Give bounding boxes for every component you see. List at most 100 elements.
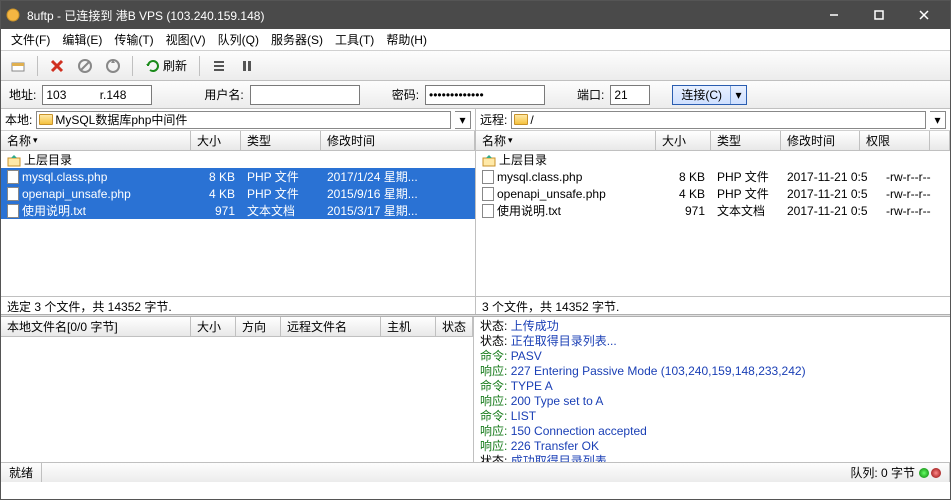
statusbar: 就绪 队列: 0 字节 [1, 462, 950, 482]
file-row[interactable]: mysql.class.php 8 KB PHP 文件 2017-11-21 0… [476, 168, 950, 185]
pause-icon[interactable] [236, 55, 258, 77]
reconnect-icon[interactable] [102, 55, 124, 77]
queue-list[interactable] [1, 337, 473, 462]
file-icon [7, 170, 19, 184]
password-label: 密码: [392, 86, 419, 103]
col-size[interactable]: 大小 [191, 131, 241, 150]
folder-icon [514, 114, 528, 125]
col-qstatus[interactable]: 状态 [436, 317, 473, 336]
refresh-label: 刷新 [163, 57, 187, 74]
up-folder-icon [482, 153, 496, 167]
col-perm[interactable]: 权限 [860, 131, 930, 150]
address-input[interactable] [42, 85, 152, 105]
refresh-button[interactable]: 刷新 [141, 57, 191, 74]
parent-dir-row[interactable]: 上层目录 [476, 151, 950, 168]
local-list[interactable]: 上层目录 mysql.class.php 8 KB PHP 文件 2017/1/… [1, 151, 475, 296]
file-icon [482, 170, 494, 184]
password-input[interactable] [425, 85, 545, 105]
col-dir[interactable]: 方向 [236, 317, 281, 336]
menu-view[interactable]: 视图(V) [160, 29, 212, 50]
menu-file[interactable]: 文件(F) [5, 29, 56, 50]
refresh-icon [145, 58, 161, 74]
col-name[interactable]: 名称▾ [1, 131, 191, 150]
main-panes: 本地: MySQL数据库php中间件 ▾ 名称▾ 大小 类型 修改时间 上层目录… [1, 109, 950, 314]
menu-edit[interactable]: 编辑(E) [56, 29, 108, 50]
folder-icon [39, 114, 53, 125]
menubar: 文件(F) 编辑(E) 传输(T) 视图(V) 队列(Q) 服务器(S) 工具(… [1, 29, 950, 51]
up-folder-icon [7, 153, 21, 167]
menu-queue[interactable]: 队列(Q) [212, 29, 265, 50]
remote-list-header: 名称▾ 大小 类型 修改时间 权限 [476, 131, 950, 151]
file-row[interactable]: mysql.class.php 8 KB PHP 文件 2017/1/24 星期… [1, 168, 475, 185]
bottom-panes: 本地文件名[0/0 字节] 大小 方向 远程文件名 主机 状态 状态: 上传成功… [1, 317, 950, 462]
remote-path-row: 远程: / ▾ [476, 109, 950, 131]
file-row[interactable]: 使用说明.txt 971 文本文档 2015/3/17 星期... [1, 202, 475, 219]
col-host[interactable]: 主机 [381, 317, 436, 336]
queue-pane: 本地文件名[0/0 字节] 大小 方向 远程文件名 主机 状态 [1, 317, 474, 462]
chevron-down-icon[interactable]: ▾ [730, 86, 746, 104]
local-label: 本地: [5, 111, 32, 128]
menu-tools[interactable]: 工具(T) [329, 29, 380, 50]
connect-button[interactable]: 连接(C) ▾ [672, 85, 747, 105]
separator [199, 56, 200, 76]
parent-dir-row[interactable]: 上层目录 [1, 151, 475, 168]
local-status: 选定 3 个文件，共 14352 字节. [1, 296, 475, 314]
col-extra[interactable] [930, 131, 950, 150]
remote-path-input[interactable]: / [511, 111, 926, 129]
connect-icon[interactable] [7, 55, 29, 77]
stop-icon[interactable] [74, 55, 96, 77]
col-date[interactable]: 修改时间 [321, 131, 475, 150]
username-label: 用户名: [204, 86, 243, 103]
address-label: 地址: [9, 86, 36, 103]
queue-header: 本地文件名[0/0 字节] 大小 方向 远程文件名 主机 状态 [1, 317, 473, 337]
port-label: 端口: [577, 86, 604, 103]
menu-help[interactable]: 帮助(H) [380, 29, 433, 50]
app-icon [5, 7, 21, 23]
led-red-icon [931, 468, 941, 478]
status-queue: 队列: 0 字节 [842, 463, 950, 482]
col-remotefile[interactable]: 远程文件名 [281, 317, 381, 336]
local-path-input[interactable]: MySQL数据库php中间件 [36, 111, 451, 129]
maximize-button[interactable] [856, 1, 901, 29]
port-input[interactable] [610, 85, 650, 105]
col-localfile[interactable]: 本地文件名[0/0 字节] [1, 317, 191, 336]
connection-bar: 地址: 用户名: 密码: 端口: 连接(C) ▾ [1, 81, 950, 109]
chevron-down-icon[interactable]: ▾ [930, 111, 946, 129]
col-date[interactable]: 修改时间 [781, 131, 860, 150]
remote-label: 远程: [480, 111, 507, 128]
close-button[interactable] [901, 1, 946, 29]
col-name[interactable]: 名称▾ [476, 131, 656, 150]
menu-transfer[interactable]: 传输(T) [108, 29, 159, 50]
file-row[interactable]: openapi_unsafe.php 4 KB PHP 文件 2017-11-2… [476, 185, 950, 202]
connect-label: 连接(C) [673, 86, 730, 103]
col-type[interactable]: 类型 [241, 131, 321, 150]
log-pane[interactable]: 状态: 上传成功状态: 正在取得目录列表...命令: PASV响应: 227 E… [474, 317, 950, 462]
remote-status: 3 个文件，共 14352 字节. [476, 296, 950, 314]
username-input[interactable] [250, 85, 360, 105]
separator [132, 56, 133, 76]
remote-path-text: / [530, 113, 533, 127]
file-icon [7, 204, 19, 218]
local-path-row: 本地: MySQL数据库php中间件 ▾ [1, 109, 475, 131]
local-list-header: 名称▾ 大小 类型 修改时间 [1, 131, 475, 151]
window-title: 8uftp - 已连接到 港B VPS (103.240.159.148) [27, 7, 811, 24]
col-type[interactable]: 类型 [711, 131, 781, 150]
col-size[interactable]: 大小 [656, 131, 711, 150]
file-row[interactable]: 使用说明.txt 971 文本文档 2017-11-21 0:5 -rw-r--… [476, 202, 950, 219]
menu-server[interactable]: 服务器(S) [265, 29, 329, 50]
file-icon [482, 187, 494, 201]
queue-icon[interactable] [208, 55, 230, 77]
file-row[interactable]: openapi_unsafe.php 4 KB PHP 文件 2015/9/16… [1, 185, 475, 202]
minimize-button[interactable] [811, 1, 856, 29]
titlebar: 8uftp - 已连接到 港B VPS (103.240.159.148) [1, 1, 950, 29]
remote-pane: 远程: / ▾ 名称▾ 大小 类型 修改时间 权限 上层目录 mysql.cla… [476, 109, 950, 314]
chevron-down-icon[interactable]: ▾ [455, 111, 471, 129]
status-ready: 就绪 [1, 463, 42, 482]
file-icon [482, 204, 494, 218]
led-green-icon [919, 468, 929, 478]
delete-icon[interactable] [46, 55, 68, 77]
toolbar: 刷新 [1, 51, 950, 81]
remote-list[interactable]: 上层目录 mysql.class.php 8 KB PHP 文件 2017-11… [476, 151, 950, 296]
col-qsize[interactable]: 大小 [191, 317, 236, 336]
local-pane: 本地: MySQL数据库php中间件 ▾ 名称▾ 大小 类型 修改时间 上层目录… [1, 109, 476, 314]
